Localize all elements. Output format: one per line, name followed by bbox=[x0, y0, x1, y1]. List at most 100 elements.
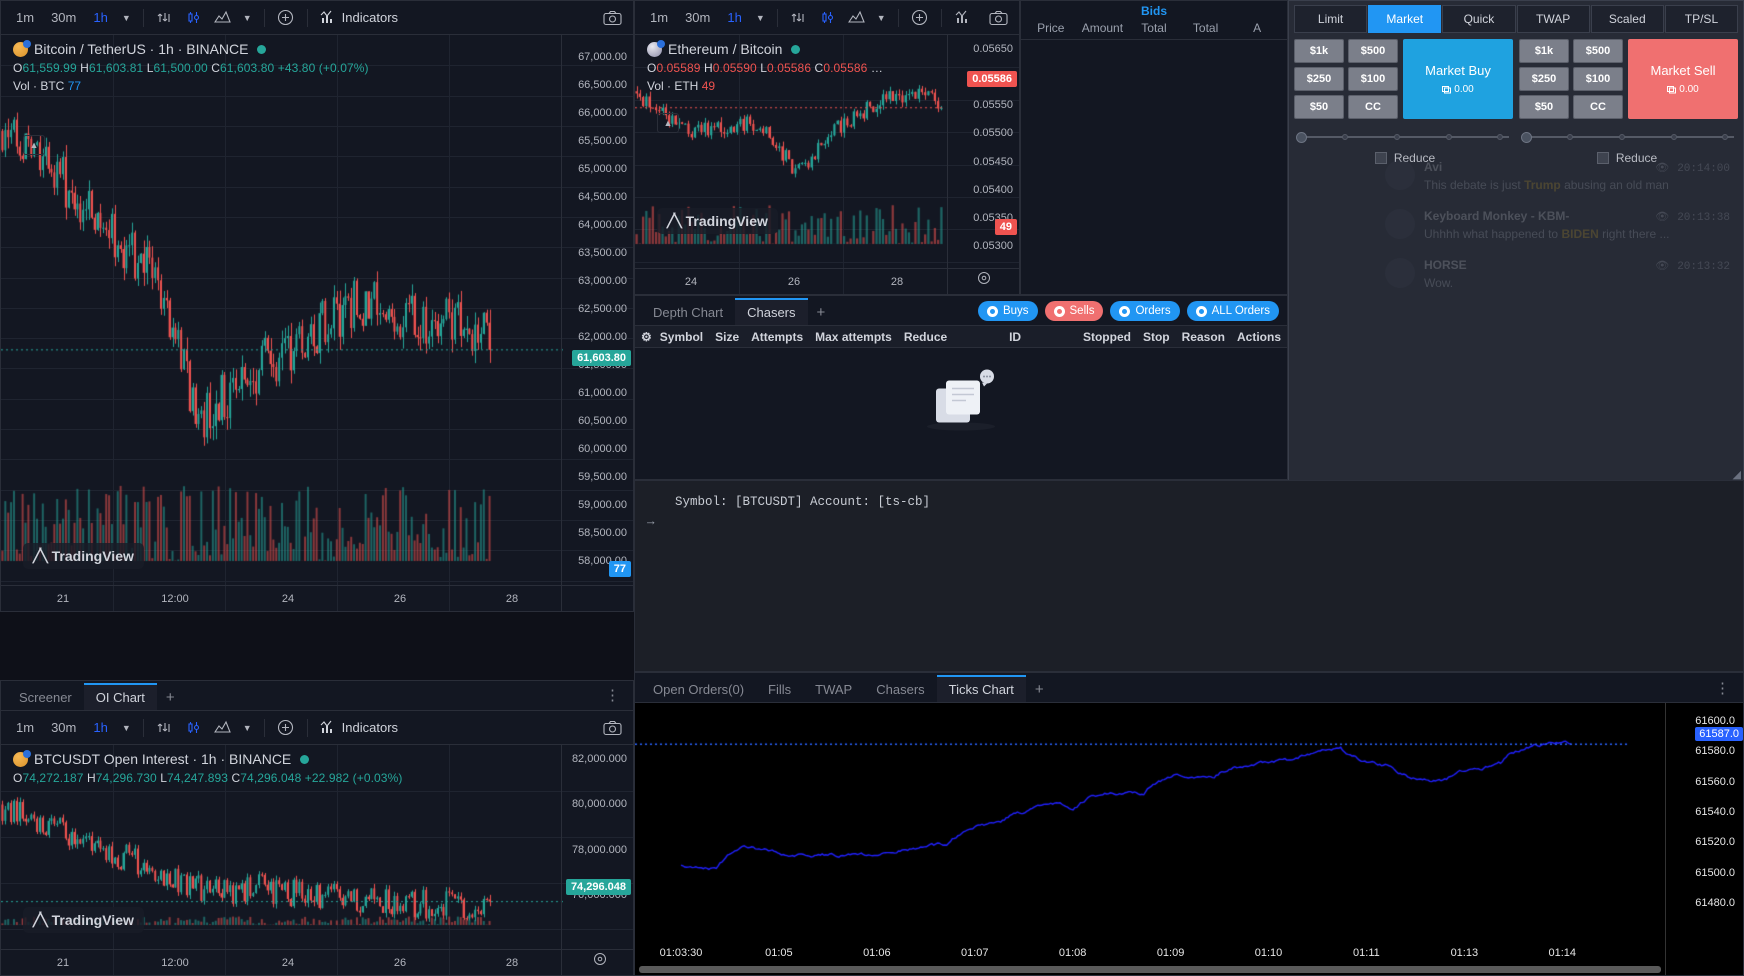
slider-knob[interactable] bbox=[1521, 132, 1532, 143]
tab-ticks-chart[interactable]: Ticks Chart bbox=[936, 675, 1026, 702]
eth-timeframe-1h[interactable]: 1h bbox=[720, 7, 748, 28]
column-header-symbol[interactable]: Symbol bbox=[654, 330, 709, 344]
horizontal-scrollbar[interactable] bbox=[639, 966, 1661, 973]
quick-size-100[interactable]: $100 bbox=[1573, 67, 1623, 91]
oi-timeframe-1m[interactable]: 1m bbox=[9, 717, 41, 738]
eth-chart-time-scale[interactable]: 24 26 28 bbox=[635, 268, 1019, 294]
quick-size-250[interactable]: $250 bbox=[1519, 67, 1569, 91]
chevron-down-icon[interactable]: ▼ bbox=[118, 13, 135, 23]
candle-style-icon[interactable] bbox=[181, 716, 207, 740]
order-type-tab-tpsl[interactable]: TP/SL bbox=[1664, 5, 1739, 33]
eth-timeframe-30m[interactable]: 30m bbox=[678, 7, 717, 28]
column-header-max-attempts[interactable]: Max attempts bbox=[809, 330, 898, 344]
quick-size-500[interactable]: $500 bbox=[1348, 39, 1398, 63]
chevron-down-icon-2[interactable]: ▼ bbox=[873, 13, 890, 23]
timeframe-1m[interactable]: 1m bbox=[9, 7, 41, 28]
oi-timeframe-1h[interactable]: 1h bbox=[86, 717, 114, 738]
quick-size-1k[interactable]: $1k bbox=[1294, 39, 1344, 63]
buy-reduce-option[interactable]: Reduce bbox=[1294, 151, 1516, 165]
oi-chart-time-scale[interactable]: 21 12:00 24 26 28 bbox=[1, 949, 633, 975]
quick-size-CC[interactable]: CC bbox=[1348, 95, 1398, 119]
quick-size-50[interactable]: $50 bbox=[1519, 95, 1569, 119]
add-tab-button[interactable]: + bbox=[1026, 677, 1053, 702]
order-type-tab-twap[interactable]: TWAP bbox=[1516, 5, 1590, 33]
candle-style-icon[interactable] bbox=[815, 6, 841, 30]
eth-chart-price-scale[interactable]: 0.056500.056000.055500.055000.054500.054… bbox=[947, 35, 1019, 294]
main-chart-time-scale[interactable]: 21 12:00 24 26 28 bbox=[1, 585, 633, 611]
terminal-prompt[interactable]: → bbox=[635, 509, 1743, 529]
camera-icon[interactable] bbox=[599, 6, 625, 30]
sort-gear-icon[interactable]: ⚙ bbox=[635, 330, 654, 344]
tab-open-orders-0-[interactable]: Open Orders(0) bbox=[641, 675, 756, 702]
column-header-size[interactable]: Size bbox=[709, 330, 745, 344]
compare-icon[interactable] bbox=[786, 6, 812, 30]
column-header-stopped[interactable]: Stopped bbox=[1077, 330, 1137, 344]
eth-settings-icon[interactable] bbox=[977, 271, 991, 290]
compare-icon[interactable] bbox=[152, 716, 178, 740]
chevron-down-icon[interactable]: ▼ bbox=[118, 723, 135, 733]
tab-chasers[interactable]: Chasers bbox=[864, 675, 936, 702]
indicators-button[interactable]: Indicators bbox=[316, 10, 402, 25]
camera-icon[interactable] bbox=[599, 716, 625, 740]
collapse-legend-button[interactable]: ▲ bbox=[23, 135, 45, 155]
sell-size-slider[interactable] bbox=[1519, 129, 1738, 145]
sell-reduce-option[interactable]: Reduce bbox=[1516, 151, 1738, 165]
main-chart-price-scale[interactable]: 67,000.00 66,500.00 66,000.00 65,500.00 65,0… bbox=[561, 35, 633, 611]
terminal-panel[interactable]: Symbol: [BTCUSDT] Account: [ts-cb] → bbox=[634, 480, 1744, 672]
timeframe-30m[interactable]: 30m bbox=[44, 7, 83, 28]
column-header-actions[interactable]: Actions bbox=[1231, 330, 1287, 344]
quick-size-50[interactable]: $50 bbox=[1294, 95, 1344, 119]
tab-oi-chart[interactable]: OI Chart bbox=[83, 683, 157, 710]
market-sell-button[interactable]: Market Sell 0.00 bbox=[1628, 39, 1738, 119]
oi-settings-icon[interactable] bbox=[593, 952, 607, 971]
market-buy-button[interactable]: Market Buy 0.00 bbox=[1403, 39, 1513, 119]
oi-panel-menu-icon[interactable]: ⋮ bbox=[593, 684, 633, 706]
eth-collapse-legend-button[interactable]: ▲ bbox=[657, 113, 679, 133]
filter-all-orders[interactable]: ALL Orders bbox=[1186, 301, 1279, 321]
timeframe-1h[interactable]: 1h bbox=[86, 7, 114, 28]
tab-screener[interactable]: Screener bbox=[7, 683, 84, 710]
ticks-price-scale[interactable]: 61600.0 61580.0 61560.0 61540.0 61520.0 61500… bbox=[1665, 703, 1743, 975]
order-type-tab-market[interactable]: Market bbox=[1368, 5, 1442, 33]
column-header-reason[interactable]: Reason bbox=[1176, 330, 1231, 344]
add-icon[interactable] bbox=[273, 716, 299, 740]
buy-reduce-checkbox[interactable] bbox=[1374, 152, 1387, 164]
add-tab-button[interactable]: + bbox=[157, 685, 184, 710]
filter-buys[interactable]: Buys bbox=[977, 301, 1038, 321]
order-type-tab-limit[interactable]: Limit bbox=[1294, 5, 1368, 33]
buy-size-slider[interactable] bbox=[1294, 129, 1513, 145]
slider-knob[interactable] bbox=[1296, 132, 1307, 143]
camera-icon[interactable] bbox=[985, 6, 1011, 30]
filter-sells[interactable]: Sells bbox=[1044, 301, 1104, 321]
compare-icon[interactable] bbox=[152, 6, 178, 30]
quick-size-CC[interactable]: CC bbox=[1573, 95, 1623, 119]
tab-twap[interactable]: TWAP bbox=[803, 675, 864, 702]
chevron-down-icon-2[interactable]: ▼ bbox=[239, 13, 256, 23]
chevron-down-icon[interactable]: ▼ bbox=[752, 13, 769, 23]
quick-size-250[interactable]: $250 bbox=[1294, 67, 1344, 91]
tab-fills[interactable]: Fills bbox=[756, 675, 803, 702]
order-type-tab-quick[interactable]: Quick bbox=[1442, 5, 1516, 33]
quick-size-100[interactable]: $100 bbox=[1348, 67, 1398, 91]
eth-timeframe-1m[interactable]: 1m bbox=[643, 7, 675, 28]
quick-size-1k[interactable]: $1k bbox=[1519, 39, 1569, 63]
filter-orders[interactable]: Orders bbox=[1110, 301, 1180, 321]
order-type-tab-scaled[interactable]: Scaled bbox=[1590, 5, 1664, 33]
chart-type-icon[interactable] bbox=[210, 6, 236, 30]
chart-type-icon[interactable] bbox=[210, 716, 236, 740]
sell-reduce-checkbox[interactable] bbox=[1596, 152, 1609, 164]
column-header-id[interactable]: ID bbox=[953, 330, 1077, 344]
indicators-icon[interactable] bbox=[950, 6, 976, 30]
bottom-panel-menu-icon[interactable]: ⋮ bbox=[1703, 677, 1743, 699]
oi-timeframe-30m[interactable]: 30m bbox=[44, 717, 83, 738]
column-header-attempts[interactable]: Attempts bbox=[745, 330, 809, 344]
add-icon[interactable] bbox=[907, 6, 933, 30]
chevron-down-icon-2[interactable]: ▼ bbox=[239, 723, 256, 733]
oi-chart-price-scale[interactable]: 82,000.000 80,000.000 78,000.000 76,000.000… bbox=[561, 745, 633, 975]
quick-size-500[interactable]: $500 bbox=[1573, 39, 1623, 63]
oi-indicators-button[interactable]: Indicators bbox=[316, 720, 402, 735]
chart-type-icon[interactable] bbox=[844, 6, 870, 30]
add-icon[interactable] bbox=[273, 6, 299, 30]
candle-style-icon[interactable] bbox=[181, 6, 207, 30]
column-header-reduce[interactable]: Reduce bbox=[898, 330, 953, 344]
